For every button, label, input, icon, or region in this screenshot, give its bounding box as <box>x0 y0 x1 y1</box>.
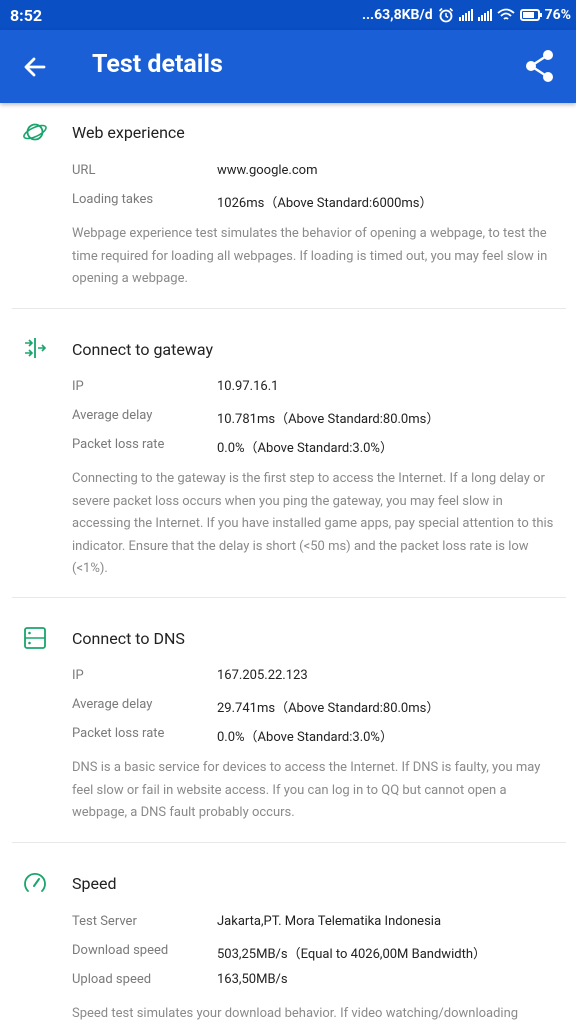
section-description: Connecting to the gateway is the first s… <box>72 471 554 576</box>
divider <box>12 308 566 309</box>
status-indicators: ...63,8KB/d 76% <box>362 5 571 25</box>
row-label: Loading takes <box>72 192 154 207</box>
server-icon <box>22 625 48 651</box>
row-label: Average delay <box>72 697 153 712</box>
battery-fill <box>522 12 534 18</box>
signal-1-icon <box>458 9 473 21</box>
row-value: 1026ms（Above Standard:6000ms） <box>217 196 433 211</box>
divider <box>12 842 566 843</box>
row-value: 10.97.16.1 <box>217 379 279 394</box>
status-time: 8:52 <box>10 6 43 25</box>
alarm-icon <box>438 7 453 23</box>
app-bar: Test details <box>0 30 576 103</box>
section-title: Connect to DNS <box>72 629 185 648</box>
wifi-icon <box>496 8 515 20</box>
row-value: 163,50MB/s <box>217 972 288 987</box>
speedometer-icon <box>22 870 48 896</box>
network-speed: ...63,8KB/d <box>361 7 433 23</box>
page-title: Test details <box>92 50 223 79</box>
row-label: Download speed <box>72 943 169 958</box>
row-label: Test Server <box>72 914 137 929</box>
section-title: Speed <box>72 874 117 893</box>
row-label: Upload speed <box>72 972 152 987</box>
row-value: 503,25MB/s（Equal to 4026,00M Bandwidth） <box>217 947 486 962</box>
status-bar: 8:52 ...63,8KB/d 76% <box>0 0 576 30</box>
row-label: IP <box>72 379 84 394</box>
row-label: Average delay <box>72 408 153 423</box>
section-description: Webpage experience test simulates the be… <box>72 226 548 286</box>
row-value: Jakarta,PT. Mora Telematika Indonesia <box>217 914 442 929</box>
row-label: Packet loss rate <box>72 437 165 452</box>
section-title: Web experience <box>72 123 185 142</box>
signal-2-icon <box>477 9 492 21</box>
section-description: Speed test simulates your download behav… <box>72 1006 519 1021</box>
battery-level: 76% <box>544 7 571 23</box>
row-label: URL <box>72 163 96 178</box>
row-label: Packet loss rate <box>72 726 165 741</box>
row-value: 10.781ms（Above Standard:80.0ms） <box>217 412 440 427</box>
row-value: 0.0%（Above Standard:3.0%） <box>217 441 393 456</box>
row-value: www.google.com <box>217 163 318 178</box>
row-label: IP <box>72 668 84 683</box>
share-icon[interactable] <box>524 48 556 84</box>
battery-icon <box>519 9 542 21</box>
row-value: 29.741ms（Above Standard:80.0ms） <box>217 701 440 716</box>
row-value: 0.0%（Above Standard:3.0%） <box>217 730 393 745</box>
gateway-icon <box>22 335 48 361</box>
divider <box>12 597 566 598</box>
section-title: Connect to gateway <box>72 340 214 359</box>
row-value: 167.205.22.123 <box>217 668 308 683</box>
section-description: DNS is a basic service for devices to ac… <box>72 760 541 820</box>
arrow-left-icon[interactable] <box>20 52 50 82</box>
planet-icon <box>22 119 48 145</box>
